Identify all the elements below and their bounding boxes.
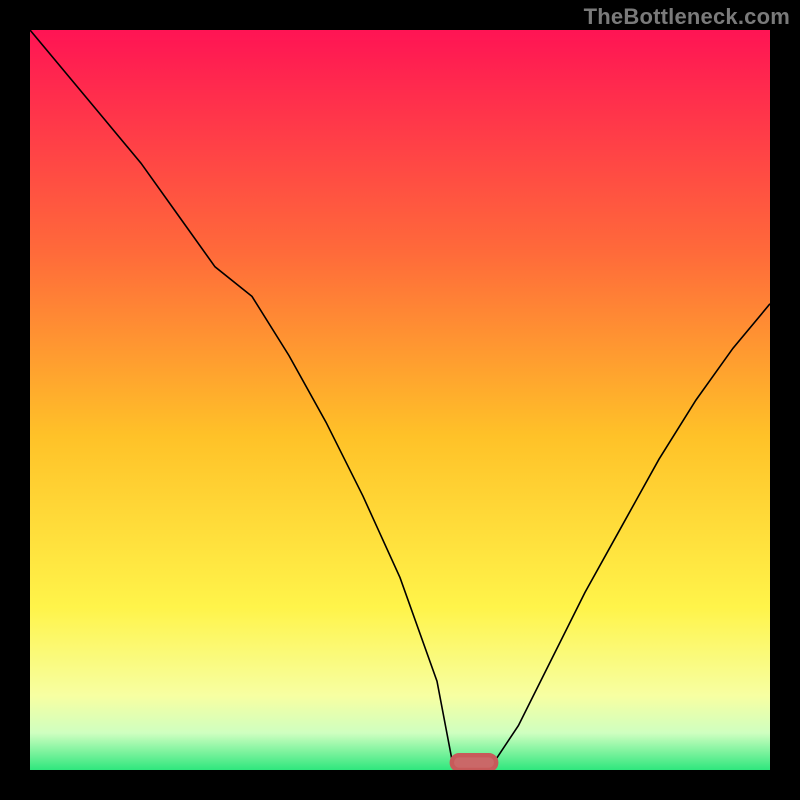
chart-frame: TheBottleneck.com [0,0,800,800]
chart-plot [30,30,770,770]
watermark-text: TheBottleneck.com [584,4,790,30]
optimal-marker [452,755,496,770]
gradient-background [30,30,770,770]
